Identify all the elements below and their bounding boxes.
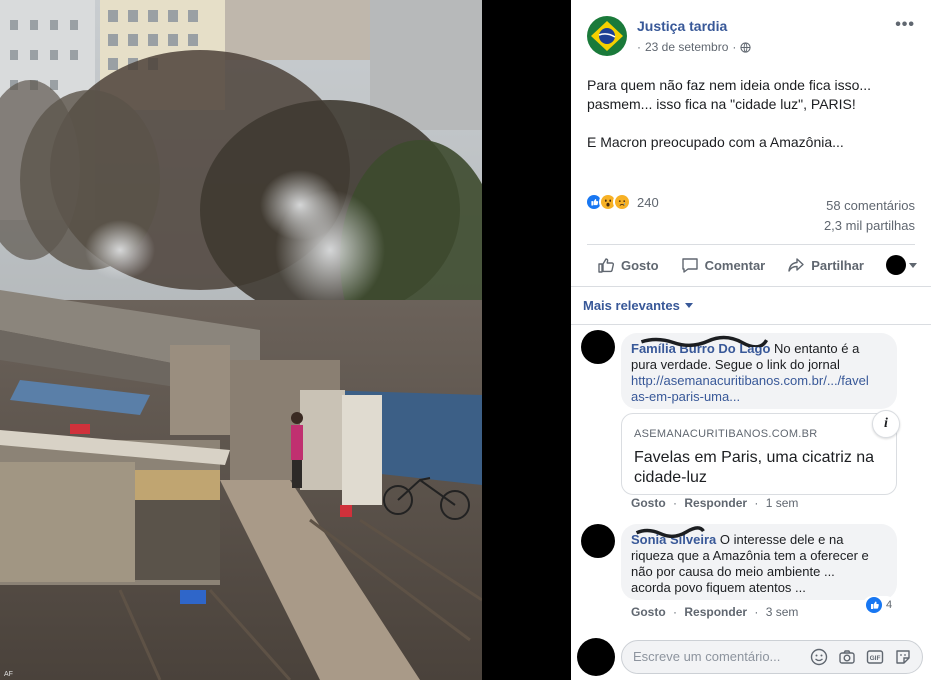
comment-text-line: acorda povo fiquem atentos ... — [631, 580, 806, 595]
share-label: Partilhar — [811, 257, 864, 273]
like-label: Gosto — [621, 257, 659, 273]
divider — [571, 324, 931, 325]
comment-label: Comentar — [704, 257, 766, 273]
comment-author[interactable]: Família Burro Do Lago — [631, 335, 774, 356]
media-viewer-background — [482, 0, 571, 680]
post-photo[interactable]: AF — [0, 0, 482, 680]
chevron-down-icon — [684, 303, 693, 308]
emoji-icon[interactable] — [810, 648, 828, 666]
comments-filter[interactable]: Mais relevantes — [583, 298, 693, 313]
comment-time[interactable]: 3 sem — [766, 605, 799, 619]
share-icon — [788, 258, 804, 272]
comment-composer[interactable]: GIF — [621, 640, 923, 674]
meta-separator: · — [637, 40, 641, 54]
shantytown-photo: AF — [0, 0, 482, 680]
post-panel: Justiça tardia · 23 de setembro · ••• Pa… — [571, 0, 931, 680]
comment-author[interactable]: Sonia Silveira — [631, 526, 720, 547]
footer-separator: · — [754, 496, 759, 510]
comment-like-link[interactable]: Gosto — [631, 605, 666, 619]
footer-separator: · — [754, 605, 759, 619]
camera-icon[interactable] — [838, 648, 856, 666]
comment-input[interactable] — [633, 649, 803, 664]
profile-avatar — [886, 255, 906, 275]
like-button[interactable]: Gosto — [597, 256, 659, 274]
post-stats: 58 comentários 2,3 mil partilhas — [824, 196, 915, 236]
post-text-line: pasmem... isso fica na "cidade luz", PAR… — [587, 96, 856, 112]
redaction-scribble — [640, 335, 769, 347]
comment-reply-link[interactable]: Responder — [684, 605, 747, 619]
info-icon[interactable]: i — [872, 410, 900, 438]
post-text-line: Para quem não faz nem ideia onde fica is… — [587, 77, 872, 93]
page-avatar[interactable] — [587, 16, 627, 56]
more-options-icon[interactable]: ••• — [895, 16, 915, 34]
divider — [587, 244, 915, 245]
link-title: Favelas em Paris, uma cicatriz na cidade… — [634, 449, 875, 486]
post-text: Para quem não faz nem ideia onde fica is… — [587, 76, 907, 152]
comments-count[interactable]: 58 comentários — [824, 196, 915, 216]
link-preview-card[interactable]: ASEMANACURITIBANOS.COM.BR Favelas em Par… — [621, 413, 897, 495]
my-avatar — [577, 638, 615, 676]
footer-separator: · — [673, 605, 678, 619]
post-text-line: E Macron preocupado com a Amazônia... — [587, 134, 844, 150]
comment-icon — [681, 258, 698, 273]
share-button[interactable]: Partilhar — [787, 256, 864, 274]
audience-selector[interactable] — [886, 255, 917, 275]
commenter-avatar[interactable] — [581, 330, 615, 364]
meta-separator: · — [732, 40, 737, 54]
reaction-count: 240 — [637, 194, 659, 210]
commenter-avatar[interactable] — [581, 524, 615, 558]
comment-bubble: Família Burro Do Lago No entanto é a pur… — [621, 333, 897, 409]
chevron-down-icon — [909, 262, 917, 268]
reactions-summary[interactable]: 240 — [585, 193, 659, 211]
post-author[interactable]: Justiça tardia — [637, 18, 727, 34]
globe-icon[interactable] — [740, 41, 752, 53]
thumbs-up-icon — [598, 258, 615, 273]
comment-bubble: Sonia Silveira O interesse dele e na riq… — [621, 524, 897, 600]
post-date[interactable]: 23 de setembro — [645, 40, 728, 54]
like-icon — [866, 597, 882, 613]
footer-separator: · — [673, 496, 678, 510]
comments-filter-label: Mais relevantes — [583, 298, 680, 313]
divider — [571, 286, 931, 287]
comment-time[interactable]: 1 sem — [766, 496, 799, 510]
comment-button[interactable]: Comentar — [681, 256, 766, 274]
comment-text-line: O interesse dele e na — [719, 532, 844, 547]
comment-reaction-badge[interactable]: 4 — [863, 596, 896, 614]
comment-like-link[interactable]: Gosto — [631, 496, 666, 510]
comment-footer: Gosto · Responder · 1 sem — [631, 496, 802, 510]
comment-link[interactable]: http://asemanacuritibanos.com.br/.../fav… — [631, 373, 869, 404]
photo-watermark: AF — [4, 671, 13, 678]
comment-text-line: não por causa do meio ambiente ... — [631, 564, 835, 579]
sad-icon — [613, 193, 631, 211]
svg-text:GIF: GIF — [870, 655, 881, 662]
comment-text-line: riqueza que a Amazônia tem a oferecer e — [631, 548, 869, 563]
post-actions: Gosto Comentar Partilhar — [587, 250, 917, 280]
comment-footer: Gosto · Responder · 3 sem — [631, 605, 802, 619]
sticker-icon[interactable] — [894, 648, 912, 666]
link-domain: ASEMANACURITIBANOS.COM.BR — [634, 428, 818, 440]
composer-icons: GIF — [810, 648, 912, 666]
brazil-flag-icon — [587, 16, 627, 56]
gif-icon[interactable]: GIF — [866, 648, 884, 666]
redaction-scribble — [635, 526, 705, 538]
shares-count[interactable]: 2,3 mil partilhas — [824, 216, 915, 236]
comment-reply-link[interactable]: Responder — [684, 496, 747, 510]
post-meta: · 23 de setembro · — [637, 40, 752, 54]
comment-like-count: 4 — [886, 599, 893, 611]
